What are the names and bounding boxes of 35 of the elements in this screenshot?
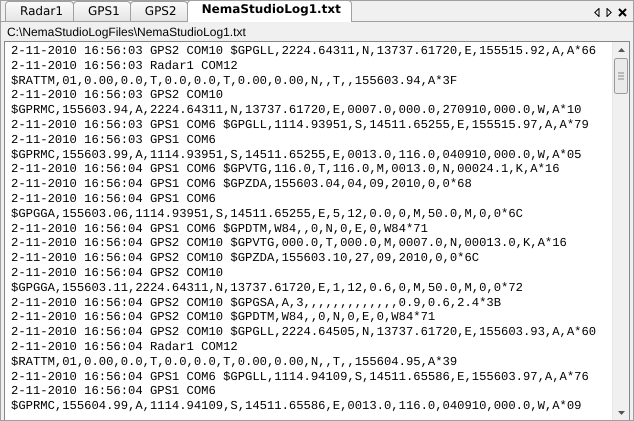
- log-line: 2-11-2010 16:56:04 GPS2 COM10 $GPDTM,W84,,0,N,0,E,0,W84*71: [11, 310, 436, 326]
- log-line: $GPRMC,155603.99,A,1114.93951,S,14511.65255,E,0013.0,116.0,040910,000.0,W,A*05: [11, 148, 582, 162]
- close-icon[interactable]: [618, 8, 627, 17]
- log-line: 2-11-2010 16:56:04 GPS1 COM6 $GPDTM,W84,,0,N,0,E,0,W84*71: [11, 222, 429, 236]
- log-line: $GPGGA,155603.06,1114.93951,S,14511.65255,E,5,12,0.0,0,M,50.0,M,0,0*6C: [11, 206, 524, 222]
- log-line: $GPRMC,155603.94,A,2224.64311,N,13737.61720,E,0007.0,000.0,270910,000.0,W,A*10: [11, 103, 582, 118]
- tab[interactable]: Radar1: [5, 1, 74, 21]
- log-line: 2-11-2010 16:56:03 GPS2 COM10: [11, 88, 224, 104]
- log-line: $RATTM,01,0.00,0.0,T,0.0,0.0,T,0.00,0.00,N,,T,,155604.95,A*39: [11, 354, 458, 370]
- vertical-scrollbar[interactable]: [612, 42, 629, 420]
- log-line: 2-11-2010 16:56:03 Radar1 COM12: [11, 58, 239, 74]
- log-line: 2-11-2010 16:56:04 GPS1 COM6 $GPZDA,155603.04,04,09,2010,0,0*68: [11, 177, 473, 192]
- log-line: $GPGGA,155603.11,2224.64311,N,13737.61720,E,1,12,0.6,0,M,50.0,M,0,0*72: [11, 280, 524, 296]
- log-line: 2-11-2010 16:56:04 GPS2 COM10: [11, 266, 224, 281]
- log-line: 2-11-2010 16:56:04 GPS2 COM10 $GPZDA,155603.10,27,09,2010,0,0*6C: [11, 251, 480, 266]
- log-line: 2-11-2010 16:56:03 GPS1 COM6: [11, 132, 217, 148]
- log-line: 2-11-2010 16:56:04 GPS1 COM6 $GPVTG,116.0,T,116.0,M,0013.0,N,00024.1,K,A*16: [11, 162, 561, 178]
- tab[interactable]: GPS1: [72, 1, 131, 21]
- log-line: 2-11-2010 16:56:03 GPS1 COM6 $GPGLL,1114.93951,S,14511.65255,E,155515.97,A,A*79: [11, 118, 590, 133]
- scroll-thumb[interactable]: [614, 58, 628, 94]
- log-line: 2-11-2010 16:56:04 GPS2 COM10 $GPVTG,000.0,T,000.0,M,0007.0,N,00013.0,K,A*16: [11, 236, 568, 252]
- log-line: 2-11-2010 16:56:04 GPS2 COM10 $GPGSA,A,3,,,,,,,,,,,,,0.9,0.6,2.4*3B: [11, 296, 502, 310]
- log-line: 2-11-2010 16:56:04 GPS1 COM6: [11, 192, 217, 207]
- log-line: 2-11-2010 16:56:03 GPS2 COM10 $GPGLL,2224.64311,N,13737.61720,E,155515.92,A,A*66: [11, 44, 598, 59]
- scroll-right-icon[interactable]: [606, 8, 612, 17]
- file-path: C:\NemaStudioLogFiles\NemaStudioLog1.txt: [6, 24, 247, 41]
- log-line: 2-11-2010 16:56:04 GPS1 COM6 $GPGLL,1114.94109,S,14511.65586,E,155603.97,A,A*76: [11, 370, 590, 384]
- scroll-left-icon[interactable]: [594, 8, 600, 17]
- log-line: 2-11-2010 16:56:04 GPS1 COM6: [11, 384, 217, 400]
- log-line: $RATTM,01,0.00,0.0,T,0.0,0.0,T,0.00,0.00,N,,T,,155603.94,A*3F: [11, 74, 458, 88]
- log-line: 2-11-2010 16:56:04 Radar1 COM12: [11, 340, 239, 355]
- tab[interactable]: NemaStudioLog1.txt: [186, 1, 352, 22]
- log-line: 2-11-2010 16:56:04 GPS2 COM10 $GPGLL,2224.64505,N,13737.61720,E,155603.93,A,A*60: [11, 325, 598, 340]
- log-line: $GPRMC,155604.99,A,1114.94109,S,14511.65586,E,0013.0,116.0,040910,000.0,W,A*09: [11, 399, 582, 414]
- tab[interactable]: GPS2: [130, 1, 188, 21]
